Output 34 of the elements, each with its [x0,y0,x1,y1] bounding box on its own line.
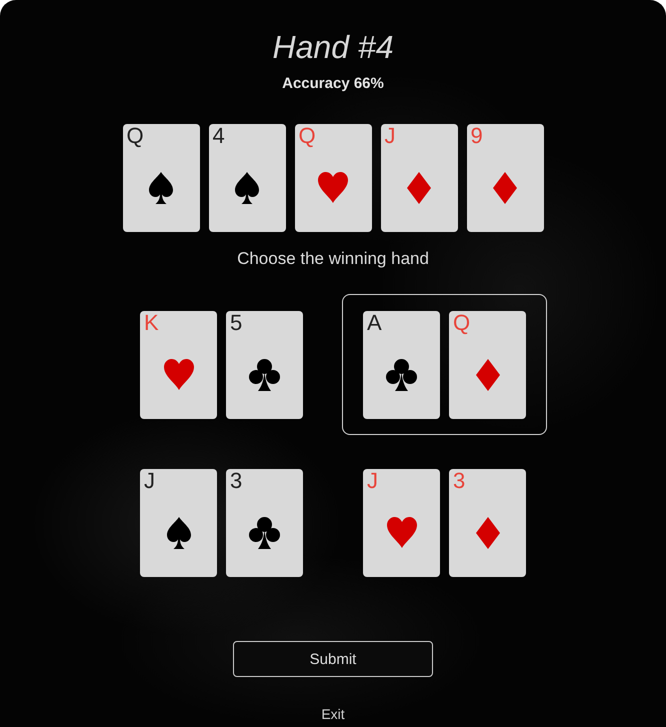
hand-option[interactable]: K 5 [119,294,324,435]
spade-icon [166,516,190,548]
submit-button[interactable]: Submit [233,641,433,677]
card-rank: Q [453,310,470,334]
club-icon [249,358,280,390]
card-rank: J [144,468,155,492]
card-rank: Q [126,124,144,148]
card-rank: 3 [453,468,466,492]
card-rank: 3 [230,468,242,492]
hand-title: Hand #4 [272,28,394,67]
card-rank: J [367,468,378,492]
card-rank: J [384,124,396,148]
card-rank: 4 [212,124,225,148]
diamond-icon [493,172,517,204]
prompt-text: Choose the winning hand [237,248,429,270]
hand-option[interactable]: J 3 [119,452,324,593]
hand-option[interactable]: A Q [342,294,547,435]
card-rank: K [144,310,159,334]
diamond-icon [476,516,500,548]
exit-link[interactable]: Exit [321,705,345,723]
accuracy-text: Accuracy 66% [282,74,384,94]
card-rank: Q [298,124,316,148]
diamond-icon [407,172,431,204]
card-rank: A [367,310,382,334]
heart-icon [164,358,194,390]
card-rank: 9 [470,124,483,148]
club-icon [386,358,417,390]
heart-icon [386,516,416,548]
diamond-icon [476,358,500,390]
heart-icon [318,172,348,203]
club-icon [249,516,280,548]
spade-icon [149,172,173,204]
card-rank: 5 [230,310,242,334]
spade-icon [235,172,259,204]
